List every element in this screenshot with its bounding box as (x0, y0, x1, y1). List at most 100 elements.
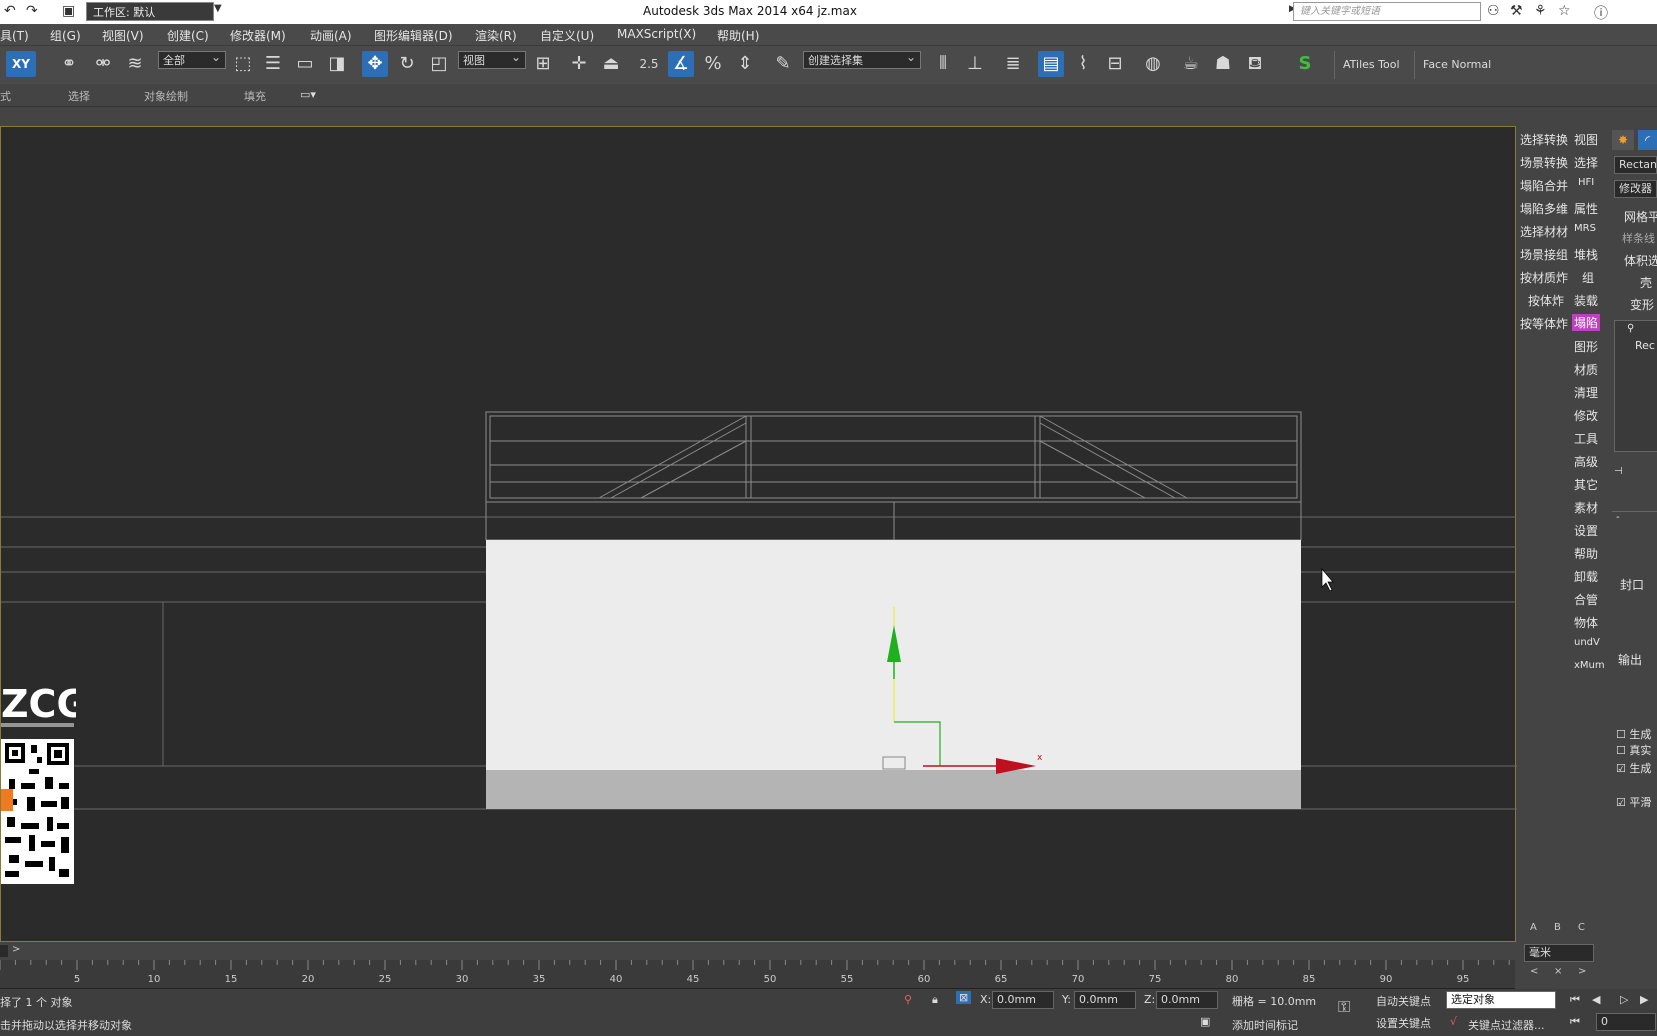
modifier-button-3[interactable]: 体积选 (1624, 252, 1657, 269)
cmd-xmum[interactable]: xMum (1574, 660, 1605, 671)
isolate-icon[interactable]: ⚲ (904, 993, 912, 1006)
check-4[interactable]: ☑ 平滑 (1616, 794, 1651, 810)
tab-b[interactable]: B (1554, 922, 1561, 933)
add-time-tag[interactable]: 添加时间标记 (1232, 1017, 1298, 1033)
selection-filter-dropdown[interactable]: 全部 (158, 48, 226, 69)
menu-animation[interactable]: 动画(A) (310, 27, 352, 44)
edit-named-selection-icon[interactable]: ✎ (770, 51, 796, 77)
menu-rendering[interactable]: 渲染(R) (475, 27, 517, 44)
selection-set-dropdown[interactable]: 选定对象 (1446, 991, 1556, 1009)
cmd-settings[interactable]: 设置 (1574, 522, 1598, 539)
check-2[interactable]: ☐ 真实 (1616, 742, 1651, 758)
cmd-mrs[interactable]: MRS (1574, 223, 1596, 234)
modifier-list-dropdown[interactable]: 修改器 (1614, 180, 1657, 198)
undo-icon[interactable]: ↶ (4, 3, 16, 19)
angle-snap-icon[interactable]: ∡ (668, 51, 694, 77)
cmd-collapse-active[interactable]: 塌陷 (1572, 314, 1601, 331)
star-icon[interactable]: ☆ (1558, 3, 1571, 19)
stack-item[interactable]: Rec (1635, 339, 1655, 352)
connect-icon[interactable]: ⚘ (1534, 3, 1547, 19)
viewport[interactable]: x ZCG (0, 126, 1517, 942)
key-filters-button[interactable]: 关键点过滤器... (1468, 1017, 1545, 1033)
current-frame-field[interactable]: 0 (1596, 1013, 1656, 1031)
align-icon[interactable]: ⊥ (962, 51, 988, 77)
cmd-shape[interactable]: 图形 (1574, 338, 1598, 355)
cmd-help[interactable]: 帮助 (1574, 545, 1598, 562)
menu-customize[interactable]: 自定义(U) (540, 27, 594, 44)
object-name-field[interactable]: Rectang (1614, 156, 1657, 174)
cmd-collapse-multi[interactable]: 塌陷多维 (1520, 200, 1568, 217)
z-coordinate-field[interactable]: 0.0mm (1156, 991, 1218, 1009)
modifier-stack[interactable]: ⚲ Rec (1614, 320, 1657, 452)
tab-a[interactable]: A (1530, 922, 1537, 933)
render-setup-icon[interactable]: ☕ (1178, 51, 1204, 77)
check-3[interactable]: ☑ 生成 (1616, 760, 1651, 776)
menu-create[interactable]: 创建(C) (167, 27, 209, 44)
scene-explorer-icon[interactable]: ▤ (1038, 51, 1064, 77)
mirror-icon[interactable]: ⫴ (930, 51, 956, 77)
ribbon-tab-populate[interactable]: 填充 (244, 88, 266, 104)
cmd-tools[interactable]: 工具 (1574, 430, 1598, 447)
named-selection-dropdown[interactable]: 创建选择集 (803, 48, 921, 69)
cmd-merge[interactable]: 合管 (1574, 591, 1598, 608)
select-scale-icon[interactable]: ◰ (426, 51, 452, 77)
link-icon[interactable]: ⚭ (56, 51, 82, 77)
cmd-other[interactable]: 其它 (1574, 476, 1598, 493)
cmd-advanced[interactable]: 高级 (1574, 453, 1598, 470)
menu-maxscript[interactable]: MAXScript(X) (617, 27, 696, 41)
next-arrow-icon[interactable]: > (1578, 966, 1586, 977)
time-slider-thumb[interactable] (0, 945, 8, 957)
schematic-view-icon[interactable]: ⊟ (1102, 51, 1128, 77)
prev-arrow-icon[interactable]: < (1530, 966, 1538, 977)
menu-graph-editors[interactable]: 图形编辑器(D) (374, 27, 453, 44)
track-bar[interactable]: 5101520253035404550556065707580859095100 (0, 960, 1515, 989)
cmd-scene-convert[interactable]: 场景转换 (1520, 154, 1568, 171)
lock-icon[interactable]: 🔒︎ (932, 993, 938, 1007)
key-icon[interactable]: ⚿ (1338, 997, 1350, 1017)
keyboard-shortcut-icon[interactable]: ⏏ (598, 51, 624, 77)
spinner-snap-icon[interactable]: ⇕ (732, 51, 758, 77)
cmd-material[interactable]: 材质 (1574, 361, 1598, 378)
modifier-button-1[interactable]: 网格平 (1624, 208, 1657, 225)
script-icon[interactable]: S (1292, 51, 1318, 77)
ribbon-tab-selection[interactable]: 选择 (68, 88, 90, 104)
chevron-down-icon[interactable]: ▼ (214, 3, 222, 14)
search-input[interactable]: 键入关键字或短语 (1293, 2, 1481, 21)
ribbon-options-icon[interactable]: ▭▾ (300, 88, 316, 101)
wrench-icon[interactable]: ⚒ (1510, 3, 1523, 19)
cmd-group[interactable]: 组 (1582, 269, 1594, 286)
cmd-select[interactable]: 选择 (1574, 154, 1598, 171)
menu-views[interactable]: 视图(V) (102, 27, 144, 44)
key-mode-icon[interactable]: ⏮ (1570, 1015, 1580, 1029)
snap-toggle-button[interactable]: 2.5 (636, 51, 662, 77)
layer-manager-icon[interactable]: ≣ (1000, 51, 1026, 77)
cmd-explode-equal[interactable]: 按等体炸 (1520, 315, 1568, 332)
cmd-unload[interactable]: 卸载 (1574, 568, 1598, 585)
set-key-button[interactable]: 设置关键点 (1376, 1015, 1431, 1031)
tab-c[interactable]: C (1578, 922, 1585, 933)
modifier-button-5[interactable]: 变形 (1630, 296, 1654, 313)
cmd-scene-group[interactable]: 场景接组 (1520, 246, 1568, 263)
cmd-hfi[interactable]: HFI (1578, 177, 1594, 188)
cmd-properties[interactable]: 属性 (1574, 200, 1598, 217)
menu-tools[interactable]: 具(T) (0, 27, 29, 44)
x-coordinate-field[interactable]: 0.0mm (992, 991, 1054, 1009)
window-crossing-icon[interactable]: ◨ (324, 51, 350, 77)
check-1[interactable]: ☐ 生成 (1616, 726, 1651, 742)
ribbon-tab-object-paint[interactable]: 对象绘制 (144, 88, 188, 104)
modifier-button-4[interactable]: 壳 (1640, 274, 1652, 291)
reference-coordinate-dropdown[interactable]: 视图 (458, 48, 526, 69)
time-slider[interactable]: > (0, 942, 1515, 960)
cmd-select-material[interactable]: 选择材材 (1520, 223, 1568, 240)
project-folder-icon[interactable]: ▣ (62, 3, 75, 19)
select-object-icon[interactable]: ⬚ (230, 51, 256, 77)
material-editor-icon[interactable]: ◍ (1140, 51, 1166, 77)
face-normal-button[interactable]: Face Normal (1414, 51, 1513, 79)
close-small-icon[interactable]: × (1554, 966, 1562, 977)
cmd-clean[interactable]: 清理 (1574, 384, 1598, 401)
time-slider-next[interactable]: > (12, 944, 20, 955)
atiles-tool-button[interactable]: ATiles Tool (1334, 51, 1415, 79)
render-production-icon[interactable]: ⛾ (1242, 51, 1268, 77)
help-icon[interactable]: ⓘ (1594, 3, 1608, 23)
go-to-start-icon[interactable]: ⏮ (1570, 993, 1580, 1007)
